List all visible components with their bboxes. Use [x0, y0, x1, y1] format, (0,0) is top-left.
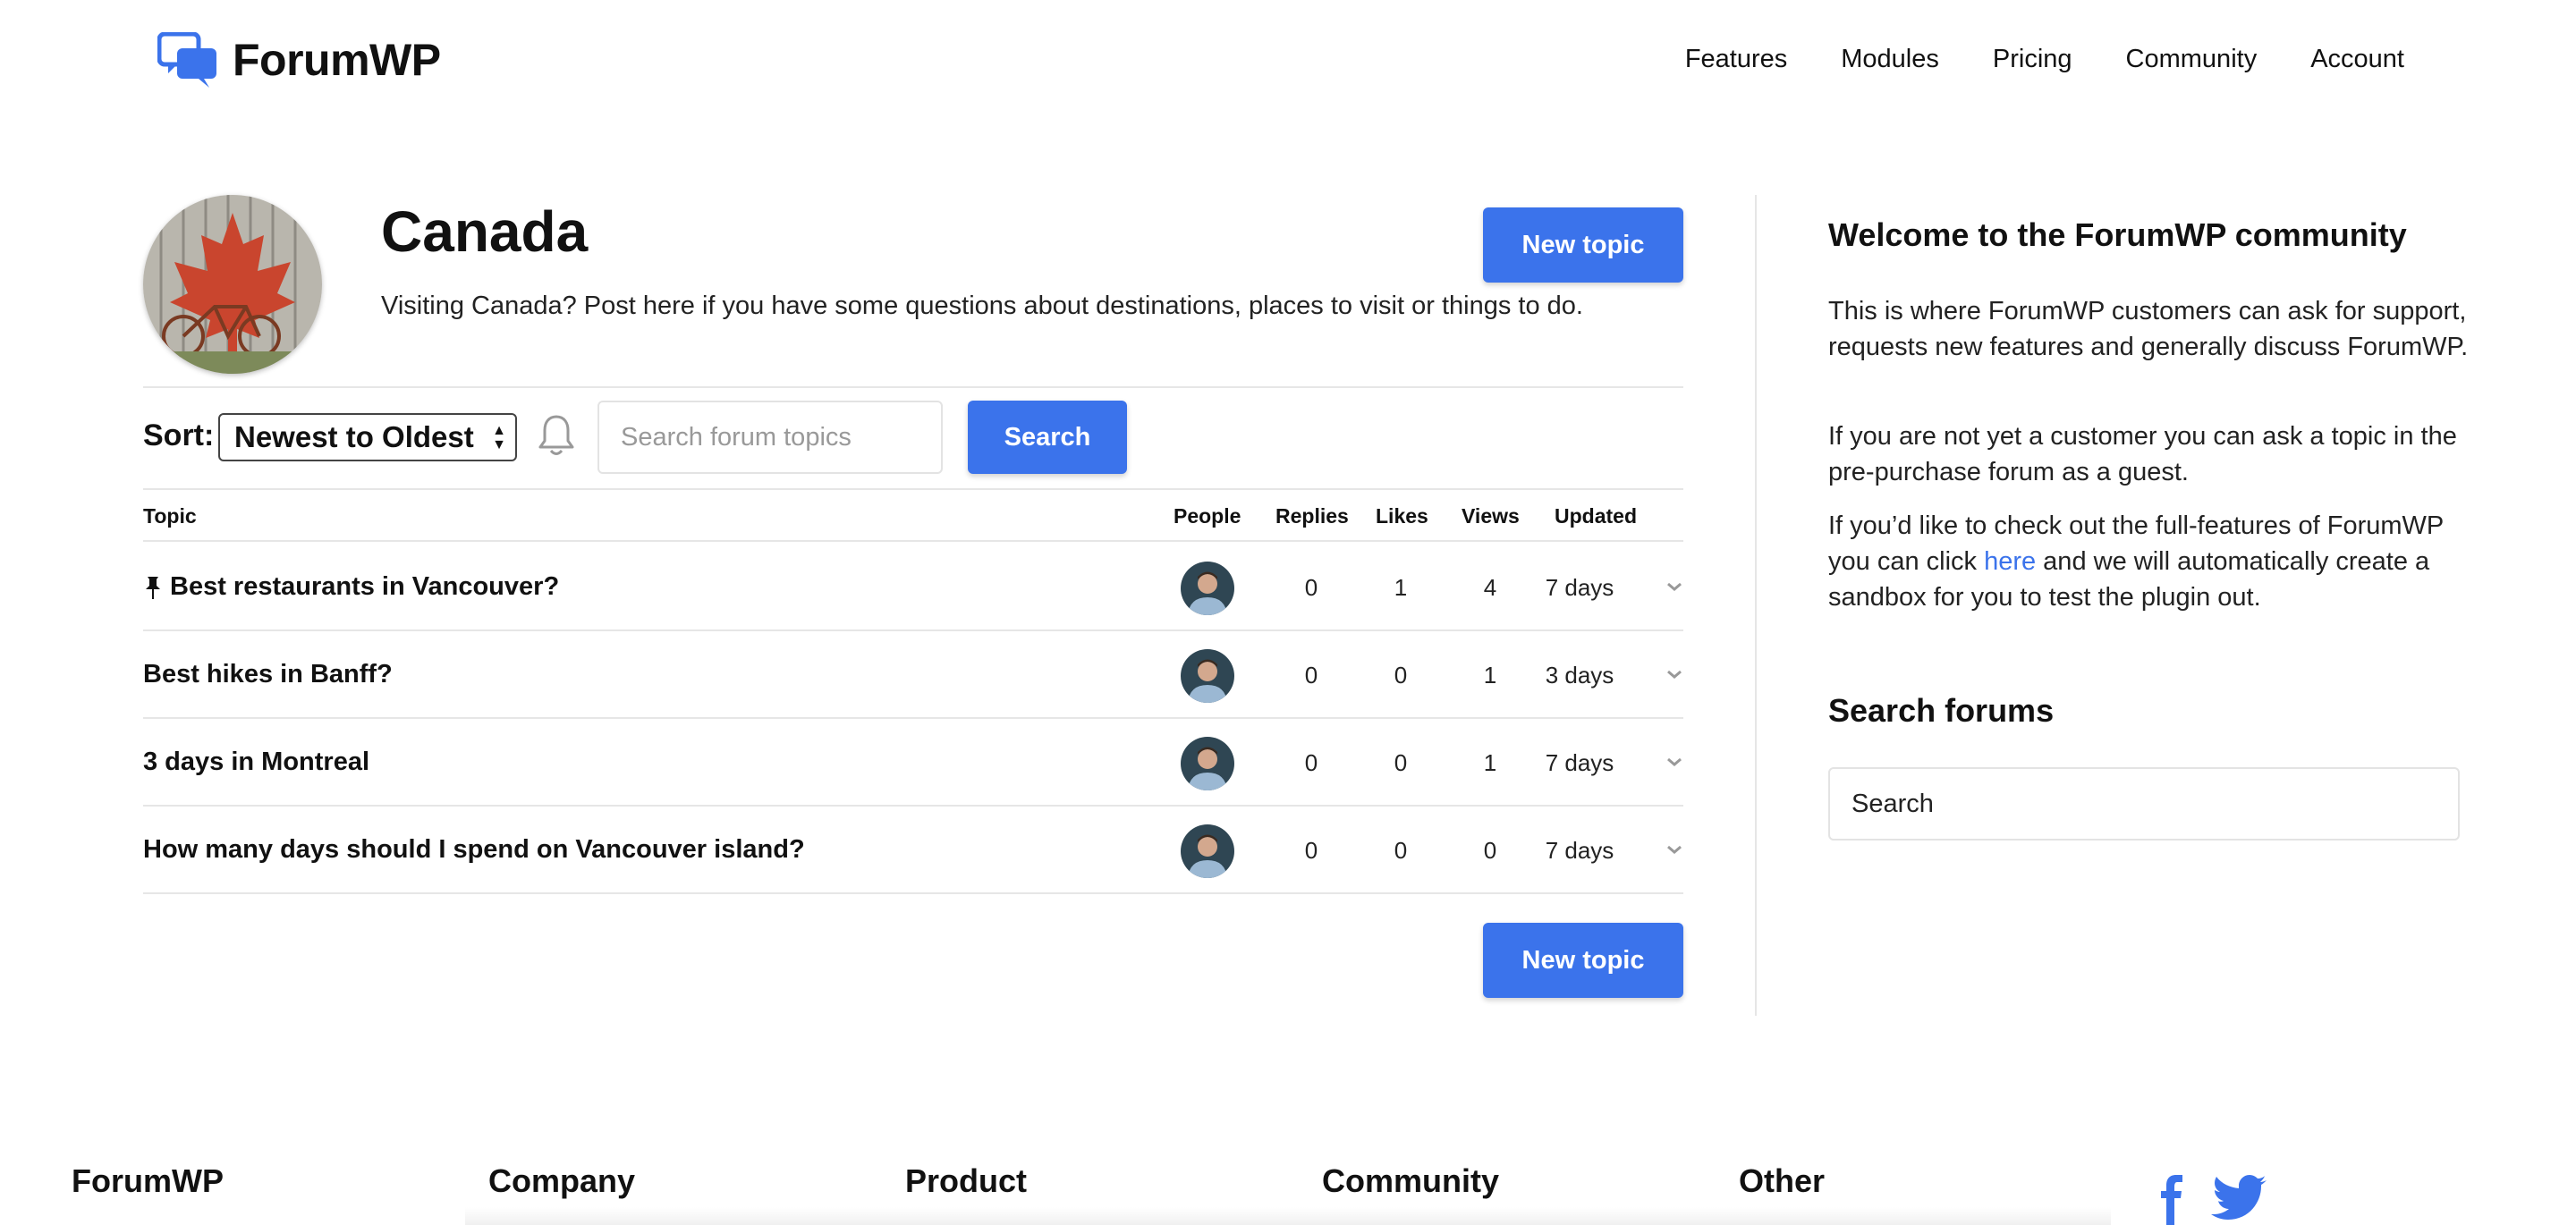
column-replies: Replies	[1275, 504, 1349, 528]
chat-bubbles-icon	[157, 32, 216, 88]
likes-count: 0	[1394, 837, 1408, 864]
sort-select[interactable]: Newest to Oldest ▲ ▼	[218, 413, 517, 461]
table-row[interactable]: Best restaurants in Vancouver? 0 1 4 7 d…	[143, 544, 1683, 631]
forum-title: Canada	[381, 199, 589, 264]
select-arrows-icon: ▲ ▼	[492, 423, 506, 452]
footer-heading-community: Community	[1322, 1162, 1499, 1199]
sort-value: Newest to Oldest	[234, 420, 474, 453]
chevron-down-icon[interactable]	[1664, 839, 1685, 860]
column-views: Views	[1462, 504, 1520, 528]
column-people: People	[1174, 504, 1241, 528]
twitter-icon[interactable]	[2211, 1175, 2267, 1221]
site-header: ForumWP Features Modules Pricing Communi…	[0, 0, 2576, 125]
nav-features[interactable]: Features	[1685, 45, 1787, 74]
avatar[interactable]	[1181, 562, 1234, 615]
bell-icon[interactable]	[537, 413, 576, 458]
avatar[interactable]	[1181, 824, 1234, 878]
welcome-title: Welcome to the ForumWP community	[1828, 216, 2407, 253]
table-row[interactable]: How many days should I spend on Vancouve…	[143, 807, 1683, 894]
topic-link[interactable]: Best restaurants in Vancouver?	[143, 572, 559, 602]
column-likes: Likes	[1376, 504, 1428, 528]
footer-shadow	[465, 1207, 2111, 1225]
avatar[interactable]	[1181, 737, 1234, 790]
chevron-down-icon[interactable]	[1664, 576, 1685, 597]
column-updated: Updated	[1555, 504, 1637, 528]
likes-count: 1	[1394, 574, 1408, 601]
footer-heading-company: Company	[488, 1162, 636, 1199]
search-forums-title: Search forums	[1828, 692, 2055, 729]
new-topic-button[interactable]: New topic	[1483, 207, 1683, 283]
footer-heading-product: Product	[905, 1162, 1028, 1199]
forum-description: Visiting Canada? Post here if you have s…	[381, 291, 1583, 320]
facebook-icon[interactable]	[2159, 1175, 2186, 1225]
views-count: 1	[1483, 749, 1497, 776]
nav-pricing[interactable]: Pricing	[1993, 45, 2072, 74]
new-topic-button-bottom[interactable]: New topic	[1483, 923, 1683, 998]
topic-title: 3 days in Montreal	[143, 748, 370, 776]
views-count: 0	[1483, 837, 1497, 864]
search-button[interactable]: Search	[968, 401, 1127, 474]
views-count: 4	[1483, 574, 1497, 601]
topic-link[interactable]: 3 days in Montreal	[143, 748, 369, 777]
nav-modules[interactable]: Modules	[1841, 45, 1939, 74]
topic-title: Best hikes in Banff?	[143, 660, 393, 689]
topic-link[interactable]: Best hikes in Banff?	[143, 660, 393, 689]
search-topics-input[interactable]: Search forum topics	[597, 401, 943, 474]
footer-heading-other: Other	[1739, 1162, 1826, 1199]
main-nav: Features Modules Pricing Community Accou…	[1685, 45, 2404, 74]
logo-text: ForumWP	[233, 35, 441, 85]
sandbox-link[interactable]: here	[1984, 547, 2036, 576]
topic-link[interactable]: How many days should I spend on Vancouve…	[143, 835, 805, 865]
updated-time: 7 days	[1545, 837, 1614, 864]
topic-title: How many days should I spend on Vancouve…	[143, 835, 805, 864]
divider	[143, 540, 1683, 542]
user-avatar-image	[1181, 824, 1234, 878]
sidebar-divider	[1755, 195, 1757, 1016]
views-count: 1	[1483, 662, 1497, 689]
welcome-paragraph-1: This is where ForumWP customers can ask …	[1828, 297, 2469, 361]
nav-account[interactable]: Account	[2310, 45, 2404, 74]
updated-time: 3 days	[1545, 662, 1614, 689]
column-topic: Topic	[143, 504, 197, 528]
footer-heading-forumwp: ForumWP	[72, 1162, 224, 1199]
pin-icon	[146, 576, 160, 599]
replies-count: 0	[1304, 749, 1318, 776]
table-row[interactable]: 3 days in Montreal 0 0 1 7 days	[143, 719, 1683, 807]
search-forums-input[interactable]: Search	[1828, 767, 2460, 841]
user-avatar-image	[1181, 649, 1234, 703]
likes-count: 0	[1394, 749, 1408, 776]
forum-avatar	[143, 195, 322, 374]
table-row[interactable]: Best hikes in Banff? 0 0 1 3 days	[143, 631, 1683, 719]
replies-count: 0	[1304, 662, 1318, 689]
welcome-paragraph-2: If you are not yet a customer you can as…	[1828, 422, 2457, 486]
nav-community[interactable]: Community	[2126, 45, 2258, 74]
replies-count: 0	[1304, 837, 1318, 864]
chevron-down-icon[interactable]	[1664, 751, 1685, 773]
sort-label: Sort:	[143, 418, 215, 452]
avatar[interactable]	[1181, 649, 1234, 703]
divider	[143, 386, 1683, 388]
replies-count: 0	[1304, 574, 1318, 601]
topic-title: Best restaurants in Vancouver?	[170, 572, 560, 601]
welcome-paragraph-3: If you’d like to check out the full-feat…	[1828, 508, 2472, 615]
user-avatar-image	[1181, 562, 1234, 615]
maple-leaf-image	[143, 195, 322, 374]
chevron-down-icon[interactable]	[1664, 663, 1685, 685]
divider	[143, 488, 1683, 490]
site-logo[interactable]: ForumWP	[157, 32, 441, 88]
updated-time: 7 days	[1545, 749, 1614, 776]
likes-count: 0	[1394, 662, 1408, 689]
updated-time: 7 days	[1545, 574, 1614, 601]
user-avatar-image	[1181, 737, 1234, 790]
